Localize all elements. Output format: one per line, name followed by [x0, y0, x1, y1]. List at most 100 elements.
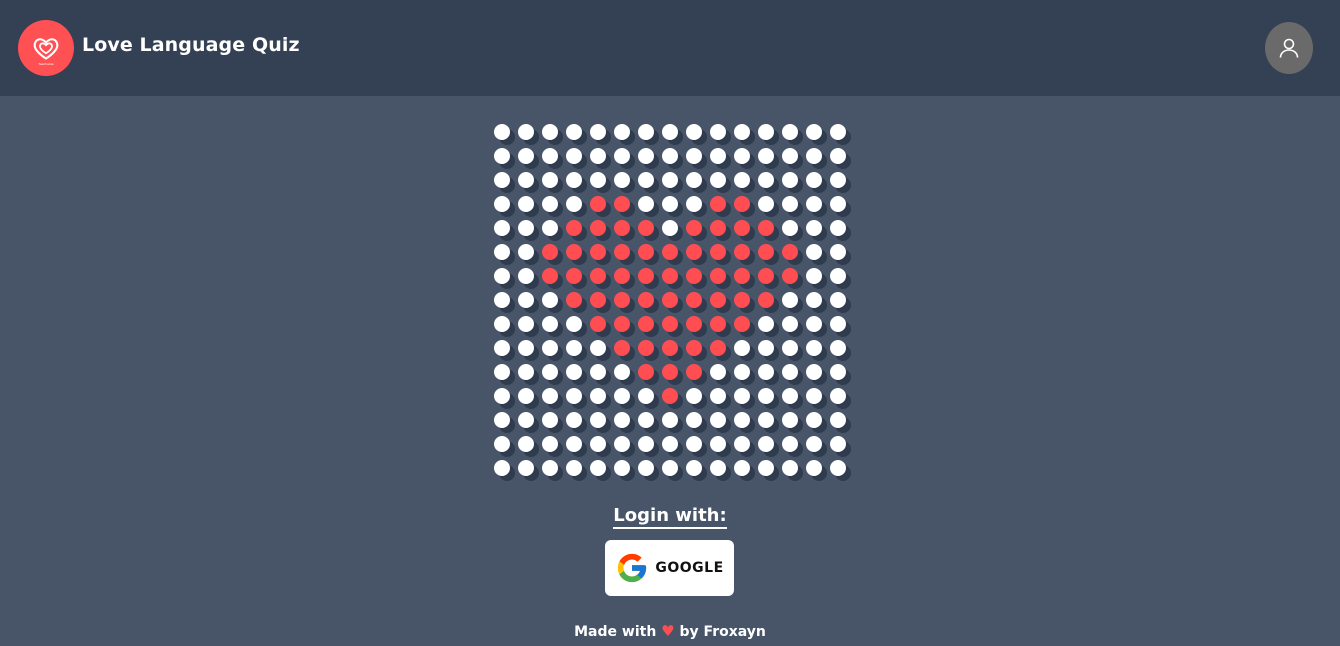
heart-dot — [662, 364, 678, 380]
heart-dot — [662, 388, 678, 404]
grid-dot — [782, 220, 798, 236]
grid-dot — [518, 220, 534, 236]
grid-dot — [782, 460, 798, 476]
grid-dot — [638, 412, 654, 428]
grid-dot — [518, 196, 534, 212]
heart-dot — [710, 292, 726, 308]
heart-dot — [758, 244, 774, 260]
heart-dot — [590, 292, 606, 308]
grid-dot — [494, 268, 510, 284]
heart-dot — [758, 220, 774, 236]
heart-dot — [686, 340, 702, 356]
app-logo[interactable]: Teachable — [18, 20, 74, 76]
heart-dot — [638, 244, 654, 260]
grid-dot — [806, 172, 822, 188]
grid-dot — [662, 172, 678, 188]
grid-dot — [518, 172, 534, 188]
heart-dot — [710, 220, 726, 236]
grid-dot — [566, 364, 582, 380]
grid-dot — [806, 388, 822, 404]
google-login-button[interactable]: GOOGLE — [605, 540, 734, 596]
grid-dot — [590, 460, 606, 476]
grid-dot — [686, 196, 702, 212]
grid-dot — [710, 124, 726, 140]
grid-dot — [638, 460, 654, 476]
grid-dot — [710, 148, 726, 164]
grid-dot — [518, 148, 534, 164]
grid-dot — [734, 388, 750, 404]
grid-dot — [830, 196, 846, 212]
heart-dot — [662, 244, 678, 260]
grid-dot — [686, 436, 702, 452]
grid-dot — [566, 340, 582, 356]
grid-dot — [638, 388, 654, 404]
grid-dot — [686, 172, 702, 188]
grid-dot — [494, 460, 510, 476]
grid-dot — [638, 148, 654, 164]
grid-dot — [566, 196, 582, 212]
grid-dot — [566, 388, 582, 404]
grid-dot — [566, 172, 582, 188]
heart-dot — [686, 364, 702, 380]
grid-dot — [638, 196, 654, 212]
grid-dot — [758, 388, 774, 404]
google-icon — [618, 553, 647, 583]
grid-dot — [830, 388, 846, 404]
grid-dot — [806, 220, 822, 236]
grid-dot — [542, 364, 558, 380]
heart-dot — [758, 268, 774, 284]
grid-dot — [710, 172, 726, 188]
heart-dot — [590, 196, 606, 212]
top-bar: Teachable Love Language Quiz — [0, 0, 1340, 96]
login-label: Login with: — [613, 505, 727, 529]
heart-dot — [734, 292, 750, 308]
grid-dot — [710, 388, 726, 404]
grid-dot — [806, 340, 822, 356]
heart-dot — [614, 340, 630, 356]
grid-dot — [830, 124, 846, 140]
grid-dot — [710, 436, 726, 452]
grid-dot — [662, 460, 678, 476]
grid-dot — [782, 172, 798, 188]
grid-dot — [758, 436, 774, 452]
grid-dot — [494, 148, 510, 164]
heart-dot — [758, 292, 774, 308]
grid-dot — [782, 364, 798, 380]
grid-dot — [686, 460, 702, 476]
grid-dot — [710, 364, 726, 380]
grid-dot — [542, 172, 558, 188]
grid-dot — [758, 340, 774, 356]
heart-dot — [614, 268, 630, 284]
grid-dot — [830, 292, 846, 308]
grid-dot — [566, 412, 582, 428]
heart-dot — [782, 268, 798, 284]
grid-dot — [518, 364, 534, 380]
heart-dot — [686, 292, 702, 308]
grid-dot — [638, 172, 654, 188]
grid-dot — [638, 124, 654, 140]
grid-dot — [566, 124, 582, 140]
grid-dot — [806, 412, 822, 428]
grid-dot — [590, 436, 606, 452]
heart-dot — [662, 340, 678, 356]
grid-dot — [830, 412, 846, 428]
grid-dot — [782, 340, 798, 356]
profile-button[interactable] — [1265, 22, 1313, 74]
grid-dot — [566, 460, 582, 476]
grid-dot — [518, 412, 534, 428]
heart-dot — [590, 316, 606, 332]
heart-dot — [638, 268, 654, 284]
heart-dot — [782, 244, 798, 260]
grid-dot — [518, 388, 534, 404]
grid-dot — [734, 148, 750, 164]
grid-dot — [590, 340, 606, 356]
heart-dot — [614, 244, 630, 260]
grid-dot — [806, 460, 822, 476]
grid-dot — [830, 340, 846, 356]
heart-dot — [734, 220, 750, 236]
grid-dot — [614, 460, 630, 476]
grid-dot — [782, 436, 798, 452]
grid-dot — [686, 148, 702, 164]
grid-dot — [614, 148, 630, 164]
grid-dot — [494, 196, 510, 212]
